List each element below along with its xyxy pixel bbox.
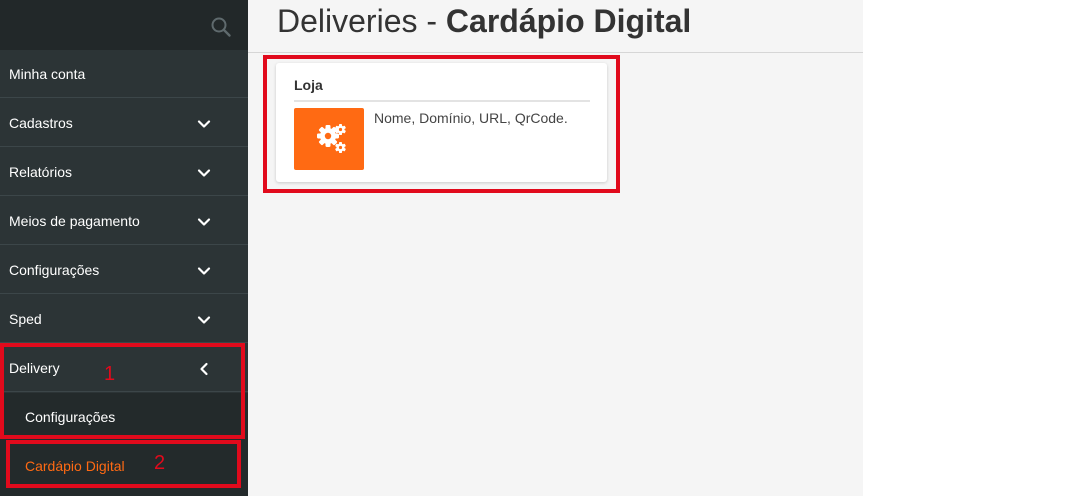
delivery-highlight-box: [0, 343, 245, 439]
chevron-down-icon: [197, 218, 211, 226]
sidebar-item-label: Configurações: [9, 262, 100, 278]
page-title-bold: Cardápio Digital: [445, 3, 692, 39]
page-header: Deliveries - Cardápio Digital: [248, 0, 863, 53]
chevron-down-icon: [197, 267, 211, 275]
step-2-annotation: 2: [154, 452, 166, 474]
step-1-annotation: 1: [104, 363, 116, 385]
sidebar-item-meios-de-pagamento[interactable]: Meios de pagamento: [0, 197, 248, 245]
sidebar-search[interactable]: [0, 0, 248, 50]
page-title: Deliveries - Cardápio Digital: [277, 1, 691, 41]
chevron-down-icon: [197, 316, 211, 324]
sidebar-item-label: Sped: [9, 311, 42, 327]
sidebar-item-label: Minha conta: [9, 66, 86, 82]
page-title-prefix: Deliveries -: [277, 3, 446, 39]
sidebar-item-cadastros[interactable]: Cadastros: [0, 99, 248, 147]
cardapio-highlight-box: [6, 440, 241, 488]
sidebar-item-label: Cadastros: [9, 115, 73, 131]
card-highlight-box: [263, 55, 620, 193]
sidebar-item-label: Meios de pagamento: [9, 213, 140, 229]
chevron-down-icon: [197, 169, 211, 177]
search-icon[interactable]: [210, 16, 232, 38]
sidebar-item-relatorios[interactable]: Relatórios: [0, 148, 248, 196]
sidebar-item-label: Relatórios: [9, 164, 73, 180]
sidebar-item-configuracoes[interactable]: Configurações: [0, 246, 248, 294]
sidebar-item-minha-conta[interactable]: Minha conta: [0, 50, 248, 98]
sidebar-item-sped[interactable]: Sped: [0, 295, 248, 343]
chevron-down-icon: [197, 120, 211, 128]
